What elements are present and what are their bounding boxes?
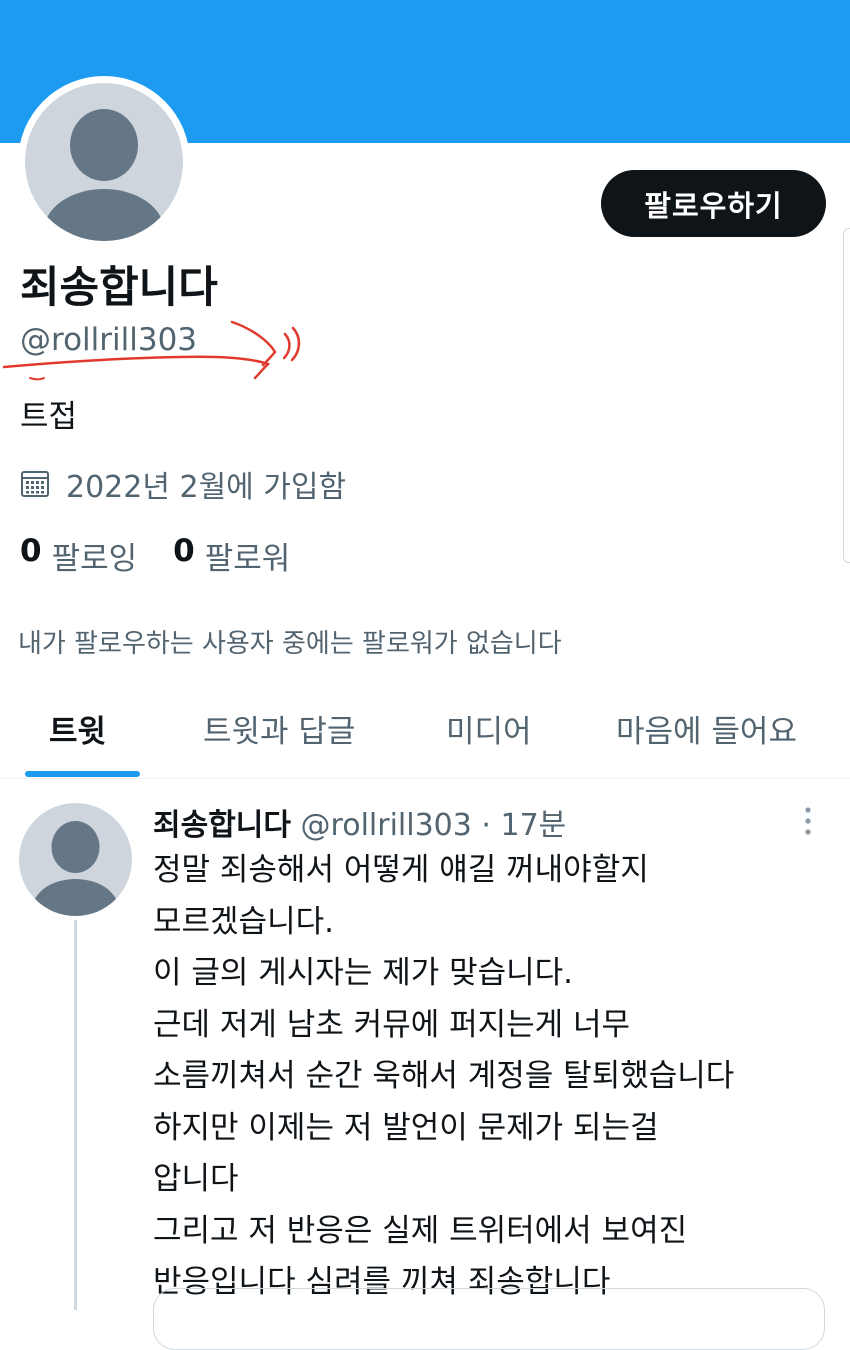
tweet-line: 압니다 xyxy=(153,1161,239,1197)
followers-count: 0 xyxy=(173,533,195,569)
tweet-line: 정말 죄송해서 어떻게 얘길 꺼내야할지 xyxy=(153,852,649,888)
more-vertical-icon[interactable] xyxy=(798,805,818,839)
joined-text: 2022년 2월에 가입함 xyxy=(66,470,347,505)
tab-tweets-and-replies[interactable]: 트윗과 답글 xyxy=(203,706,355,751)
tweet-line: 모르겠습니다. xyxy=(153,903,334,940)
followers-label: 팔로워 xyxy=(204,541,291,577)
tweet-author-name[interactable]: 죄송합니다 xyxy=(153,808,291,843)
follow-button[interactable]: 팔로우하기 xyxy=(601,170,826,237)
tweet-line: 하지만 이제는 저 발언이 문제가 되는걸 xyxy=(153,1109,659,1146)
tweet-line: 그리고 저 반응은 실제 트위터에서 보여진 xyxy=(153,1212,688,1249)
active-tab-indicator xyxy=(25,771,140,777)
profile-avatar[interactable] xyxy=(18,76,190,248)
joined-date: 2022년 2월에 가입함 xyxy=(20,462,346,506)
tweet-author-handle[interactable]: @rollrill303 xyxy=(301,808,472,843)
tab-media[interactable]: 미디어 xyxy=(446,706,532,751)
tweet-text: 정말 죄송해서 어떻게 얘길 꺼내야할지 모르겠습니다. 이 글의 게시자는 제… xyxy=(153,845,833,1309)
following-label: 팔로잉 xyxy=(51,541,138,577)
tweet-line: 이 글의 게시자는 제가 맞습니다. xyxy=(153,955,574,991)
calendar-icon xyxy=(21,471,49,497)
tweet-line: 소름끼쳐서 순간 욱해서 계정을 탈퇴했습니다 xyxy=(153,1058,735,1094)
default-avatar-icon xyxy=(25,83,183,241)
followers-link[interactable]: 0 팔로워 xyxy=(173,533,290,578)
tweet-time[interactable]: · 17분 xyxy=(481,808,566,843)
quoted-media-card[interactable] xyxy=(153,1288,825,1350)
profile-display-name: 죄송합니다 xyxy=(20,263,218,313)
tweet-author-avatar[interactable] xyxy=(19,803,132,916)
default-avatar-icon xyxy=(32,821,119,916)
following-count: 0 xyxy=(20,533,42,569)
red-underline-annotation xyxy=(2,320,301,381)
tweet-header: 죄송합니다 @rollrill303 · 17분 xyxy=(153,800,566,844)
tweet-line: 근데 저게 남초 커뮤에 퍼지는게 너무 xyxy=(153,1006,631,1043)
profile-tabs: 트윗 트윗과 답글 미디어 마음에 들어요 xyxy=(0,690,850,779)
tab-likes[interactable]: 마음에 들어요 xyxy=(616,706,797,751)
profile-bio: 트접 xyxy=(20,399,78,435)
side-panel-edge xyxy=(843,228,850,563)
thread-line xyxy=(74,920,77,1310)
followers-you-know-notice: 내가 팔로우하는 사용자 중에는 팔로워가 없습니다 xyxy=(18,629,562,659)
following-link[interactable]: 0 팔로잉 xyxy=(20,533,137,578)
follow-counts: 0 팔로잉 0 팔로워 xyxy=(20,533,326,578)
tab-tweets[interactable]: 트윗 xyxy=(49,706,106,751)
